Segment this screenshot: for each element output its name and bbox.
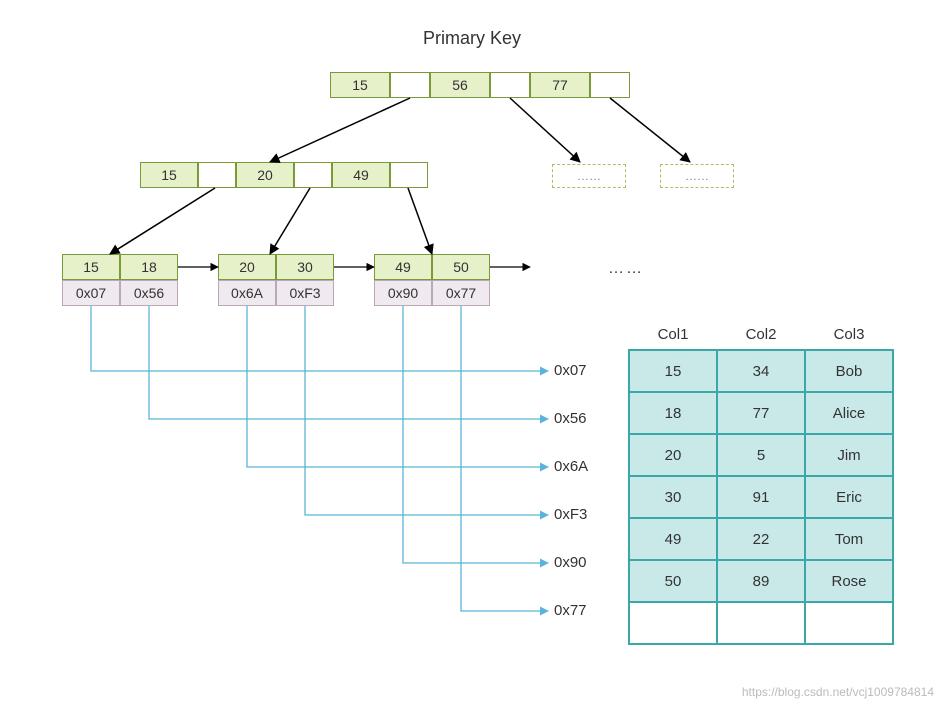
cell: Eric — [805, 476, 893, 518]
cell: 77 — [717, 392, 805, 434]
leaf-node-0: 15 18 0x07 0x56 — [62, 254, 178, 306]
internal-ptr-2 — [390, 162, 428, 188]
cell: 5 — [717, 434, 805, 476]
root-ptr-2 — [590, 72, 630, 98]
root-key-1: 56 — [430, 72, 490, 98]
cell: 20 — [629, 434, 717, 476]
root-ptr-0 — [390, 72, 430, 98]
internal-key-1: 20 — [236, 162, 294, 188]
diagram-title: Primary Key — [0, 28, 944, 49]
leaf2-key-1: 50 — [432, 254, 490, 280]
leaf1-key-0: 20 — [218, 254, 276, 280]
leaf0-key-0: 15 — [62, 254, 120, 280]
dashed-placeholder-2: …… — [660, 164, 734, 188]
leaf1-key-1: 30 — [276, 254, 334, 280]
cell: Tom — [805, 518, 893, 560]
cell: Bob — [805, 350, 893, 392]
addr-label-2: 0x6A — [554, 458, 588, 475]
leaf0-key-1: 18 — [120, 254, 178, 280]
data-table: Col1 Col2 Col3 1534Bob 1877Alice 205Jim … — [628, 320, 894, 645]
col-header-2: Col2 — [717, 320, 805, 350]
cell: 49 — [629, 518, 717, 560]
cell: 91 — [717, 476, 805, 518]
col-header-3: Col3 — [805, 320, 893, 350]
cell: 22 — [717, 518, 805, 560]
cell: 89 — [717, 560, 805, 602]
addr-label-5: 0x77 — [554, 602, 587, 619]
internal-ptr-0 — [198, 162, 236, 188]
internal-ptr-1 — [294, 162, 332, 188]
cell: 15 — [629, 350, 717, 392]
cell: 34 — [717, 350, 805, 392]
table-row: 3091Eric — [629, 476, 893, 518]
cell: Jim — [805, 434, 893, 476]
leaf2-ptr-0: 0x90 — [374, 280, 432, 306]
leaf-ellipsis: …… — [608, 260, 644, 278]
root-ptr-1 — [490, 72, 530, 98]
addr-label-0: 0x07 — [554, 362, 587, 379]
col-header-1: Col1 — [629, 320, 717, 350]
cell: 18 — [629, 392, 717, 434]
table-row: 5089Rose — [629, 560, 893, 602]
addr-label-3: 0xF3 — [554, 506, 587, 523]
leaf2-ptr-1: 0x77 — [432, 280, 490, 306]
root-key-0: 15 — [330, 72, 390, 98]
table-row-blank — [629, 602, 893, 644]
leaf-node-2: 49 50 0x90 0x77 — [374, 254, 490, 306]
leaf-node-1: 20 30 0x6A 0xF3 — [218, 254, 334, 306]
table-row: 1534Bob — [629, 350, 893, 392]
internal-node: 15 20 49 — [140, 162, 428, 188]
cell — [629, 602, 717, 644]
leaf1-ptr-0: 0x6A — [218, 280, 276, 306]
internal-key-2: 49 — [332, 162, 390, 188]
cell — [805, 602, 893, 644]
internal-key-0: 15 — [140, 162, 198, 188]
cell — [717, 602, 805, 644]
cell: 30 — [629, 476, 717, 518]
leaf2-key-0: 49 — [374, 254, 432, 280]
addr-label-4: 0x90 — [554, 554, 587, 571]
leaf0-ptr-0: 0x07 — [62, 280, 120, 306]
leaf1-ptr-1: 0xF3 — [276, 280, 334, 306]
root-key-2: 77 — [530, 72, 590, 98]
cell: Rose — [805, 560, 893, 602]
cell: 50 — [629, 560, 717, 602]
root-node: 15 56 77 — [330, 72, 630, 98]
watermark: https://blog.csdn.net/vcj1009784814 — [742, 685, 934, 699]
dashed-placeholder-1: …… — [552, 164, 626, 188]
cell: Alice — [805, 392, 893, 434]
table-header-row: Col1 Col2 Col3 — [629, 320, 893, 350]
addr-label-1: 0x56 — [554, 410, 587, 427]
table-row: 1877Alice — [629, 392, 893, 434]
table-row: 205Jim — [629, 434, 893, 476]
table-row: 4922Tom — [629, 518, 893, 560]
leaf0-ptr-1: 0x56 — [120, 280, 178, 306]
